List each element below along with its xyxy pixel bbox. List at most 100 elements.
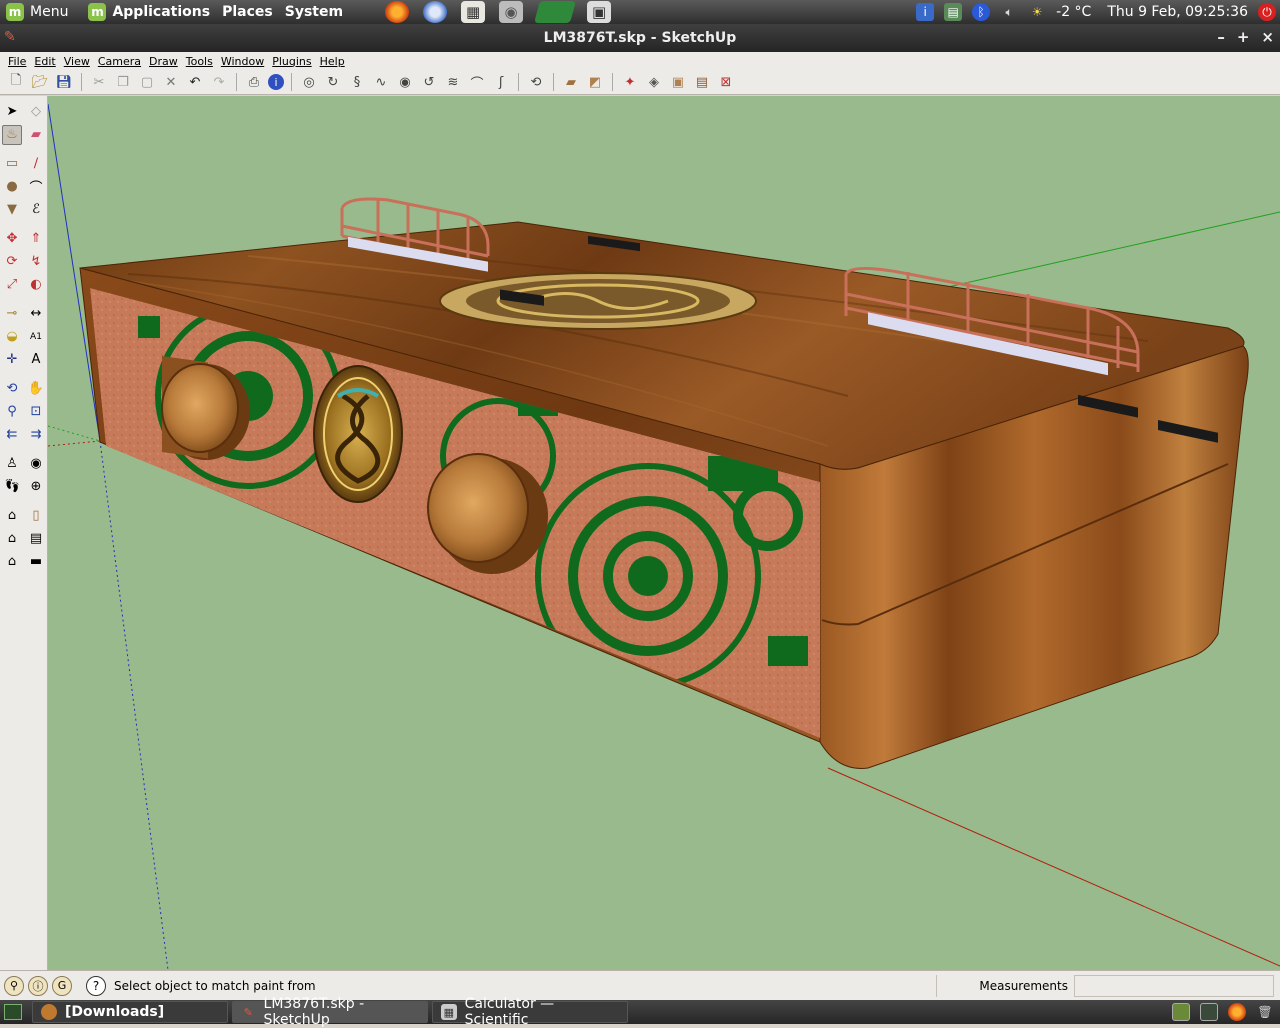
menu-draw[interactable]: Draw — [145, 55, 182, 68]
arc-curve-icon[interactable]: ↻ — [323, 72, 343, 92]
thunderbird-icon[interactable] — [423, 1, 448, 23]
wood-texture-icon[interactable]: ▤ — [692, 72, 712, 92]
freehand-icon[interactable]: ℰ — [26, 200, 46, 220]
house-outline-icon[interactable]: ⌂ — [2, 552, 22, 572]
firefox-icon[interactable] — [385, 1, 410, 23]
taskbar-item-sketchup[interactable]: ✎ LM3876T.skp - SketchUp — [232, 996, 428, 1028]
push-pull-icon[interactable]: ⇑ — [26, 229, 46, 249]
undo-icon[interactable]: ↶ — [185, 72, 205, 92]
arc-icon[interactable]: ⌒ — [26, 177, 46, 197]
close-plugin-icon[interactable]: ⊠ — [716, 72, 736, 92]
eraser-icon[interactable]: ▰ — [26, 125, 46, 145]
zoom-icon[interactable]: ⚲ — [2, 402, 22, 422]
model-info-icon[interactable]: i — [268, 74, 284, 90]
cut-icon[interactable]: ✂ — [89, 72, 109, 92]
offset-icon[interactable]: ◐ — [26, 275, 46, 295]
previous-view-icon[interactable]: ⇇ — [2, 425, 22, 445]
new-file-icon[interactable]: 🗋 — [6, 72, 26, 92]
circle-icon[interactable]: ● — [2, 177, 22, 197]
camera-icon[interactable]: ▣ — [587, 1, 612, 23]
share-model-icon[interactable]: ▯ — [26, 506, 46, 526]
maximize-button[interactable]: + — [1237, 28, 1250, 46]
workspace-2-icon[interactable] — [1200, 1003, 1218, 1021]
paint-bucket-icon[interactable]: ♨ — [2, 124, 22, 145]
disk-icon[interactable]: ◉ — [499, 1, 524, 23]
tape-measure-icon[interactable]: ⊸ — [2, 304, 22, 324]
paste-icon[interactable]: ▢ — [137, 72, 157, 92]
main-menu-button[interactable]: m Menu — [0, 0, 74, 24]
print-icon[interactable]: ⎙ — [244, 72, 264, 92]
system-menu[interactable]: System — [279, 0, 349, 24]
reload-icon[interactable]: ⟲ — [526, 72, 546, 92]
follow-me-icon[interactable]: ↯ — [26, 252, 46, 272]
line-pencil-icon[interactable]: ∕ — [26, 154, 46, 174]
home-icon[interactable]: ⌂ — [2, 529, 22, 549]
clock[interactable]: Thu 9 Feb, 09:25:36 — [1107, 4, 1248, 20]
circuit-board-icon[interactable] — [534, 1, 577, 23]
move-icon[interactable]: ✥ — [2, 229, 22, 249]
applications-menu[interactable]: m Applications — [82, 0, 216, 24]
look-around-icon[interactable]: ◉ — [26, 454, 46, 474]
scale-icon[interactable]: ⤢ — [2, 275, 22, 295]
wave-icon[interactable]: ∿ — [371, 72, 391, 92]
close-button[interactable]: × — [1261, 28, 1274, 46]
texture-icon[interactable]: ▣ — [668, 72, 688, 92]
open-file-icon[interactable]: 📂︎ — [30, 72, 50, 92]
pan-hand-icon[interactable]: ✋ — [26, 379, 46, 399]
render-icon[interactable]: ◈ — [644, 72, 664, 92]
orbit-icon[interactable]: ⟲ — [2, 379, 22, 399]
taskbar-item-downloads[interactable]: [Downloads] — [32, 1001, 228, 1023]
circle-spiral-icon[interactable]: ◉ — [395, 72, 415, 92]
get-models-icon[interactable]: ⌂ — [2, 506, 22, 526]
coil-icon[interactable]: ≋ — [443, 72, 463, 92]
walk-icon[interactable]: 👣︎ — [2, 477, 22, 497]
firefox-icon[interactable] — [1228, 1003, 1246, 1021]
menu-plugins[interactable]: Plugins — [268, 55, 315, 68]
text-icon[interactable]: A1 — [26, 327, 46, 347]
power-icon[interactable]: ⏻ — [1258, 3, 1276, 21]
axes-icon[interactable]: ✛ — [2, 350, 22, 370]
menu-edit[interactable]: Edit — [30, 55, 59, 68]
loop-icon[interactable]: ↺ — [419, 72, 439, 92]
material-icon[interactable]: ◩ — [585, 72, 605, 92]
taskbar-item-calculator[interactable]: ▦ Calculator — Scientific — [432, 996, 628, 1028]
position-camera-icon[interactable]: ♙ — [2, 454, 22, 474]
section-plane-icon[interactable]: ⊕ — [26, 477, 46, 497]
workspace-1-icon[interactable] — [1172, 1003, 1190, 1021]
menu-view[interactable]: View — [60, 55, 94, 68]
spiral-icon[interactable]: ◎ — [299, 72, 319, 92]
dimension-icon[interactable]: ↔ — [26, 304, 46, 324]
plugin-red-icon[interactable]: ✦ — [620, 72, 640, 92]
component-icon[interactable]: ▰ — [561, 72, 581, 92]
save-icon[interactable]: 💾︎ — [54, 72, 74, 92]
menu-help[interactable]: Help — [316, 55, 349, 68]
menu-camera[interactable]: Camera — [94, 55, 145, 68]
rectangle-icon[interactable]: ▭ — [2, 154, 22, 174]
network-icon[interactable]: ▤ — [944, 3, 963, 21]
menu-tools[interactable]: Tools — [182, 55, 217, 68]
shield-icon[interactable]: i — [916, 3, 935, 21]
erase-icon[interactable]: ✕ — [161, 72, 181, 92]
trash-icon[interactable]: 🗑︎ — [1256, 1003, 1274, 1021]
curve-icon[interactable]: ⌒ — [467, 72, 487, 92]
layout-icon[interactable]: ▬ — [26, 552, 46, 572]
make-component-icon[interactable]: ◇ — [26, 102, 46, 122]
zoom-window-icon[interactable]: ⊡ — [26, 402, 46, 422]
select-arrow-icon[interactable]: ➤ — [2, 102, 22, 122]
volume-icon[interactable]: 🔈︎ — [1000, 3, 1018, 21]
minimize-button[interactable]: – — [1217, 28, 1225, 46]
copy-icon[interactable]: ❐ — [113, 72, 133, 92]
rotate-icon[interactable]: ⟳ — [2, 252, 22, 272]
calculator-icon[interactable]: ▦ — [461, 1, 486, 23]
redo-icon[interactable]: ↷ — [209, 72, 229, 92]
spring-icon[interactable]: § — [347, 72, 367, 92]
protractor-icon[interactable]: ◒ — [2, 327, 22, 347]
menu-file[interactable]: File — [4, 55, 30, 68]
3d-viewport[interactable] — [48, 96, 1280, 970]
geolocation-icon[interactable]: ⚲ — [4, 975, 24, 996]
hook-icon[interactable]: ʃ — [491, 72, 511, 92]
places-menu[interactable]: Places — [216, 0, 279, 24]
3d-text-icon[interactable]: A — [26, 350, 46, 370]
menu-window[interactable]: Window — [217, 55, 268, 68]
polygon-icon[interactable]: ▼ — [2, 200, 22, 220]
